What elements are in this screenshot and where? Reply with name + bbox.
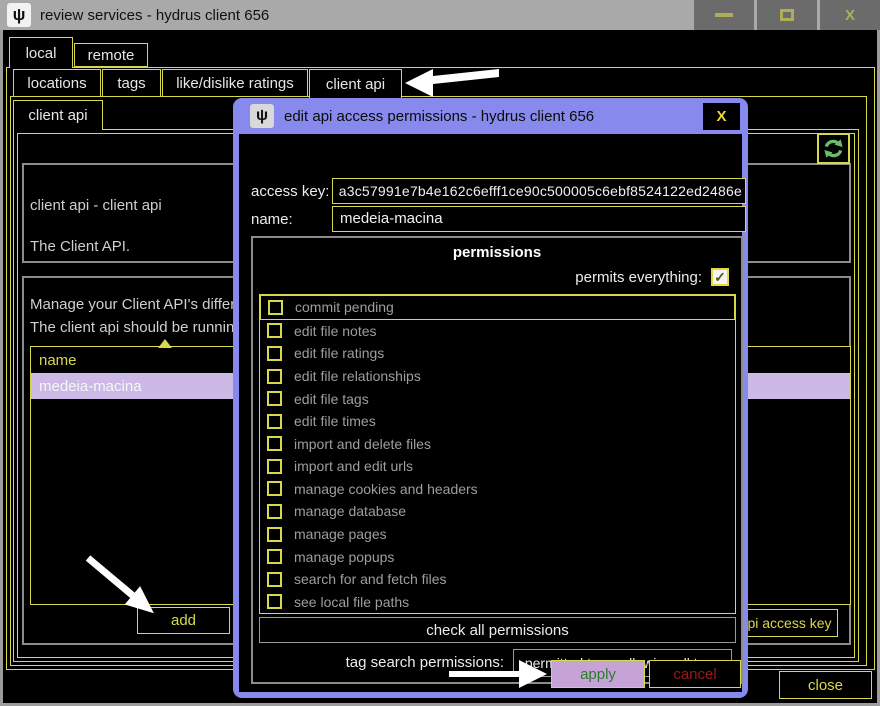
maximize-button[interactable] <box>757 0 817 30</box>
permissions-list: commit pending edit file notes edit file r… <box>259 294 736 614</box>
permissions-panel: permissions permits everything: ✓ commit… <box>251 236 743 684</box>
refresh-button[interactable] <box>817 133 850 164</box>
name-label: name: <box>251 211 293 228</box>
minimize-icon <box>715 13 733 17</box>
permission-item[interactable]: edit file ratings <box>260 342 735 365</box>
permission-checkbox[interactable] <box>268 300 283 315</box>
permission-label: edit file ratings <box>294 345 384 361</box>
permission-checkbox[interactable] <box>267 346 282 361</box>
permission-item[interactable]: search for and fetch files <box>260 568 735 591</box>
permission-checkbox[interactable] <box>267 481 282 496</box>
dialog-close-button[interactable]: X <box>703 103 740 130</box>
dialog-body: access key: a3c57991e7b4e162c6efff1ce90c… <box>239 134 742 692</box>
permission-item[interactable]: edit file tags <box>260 387 735 410</box>
permission-item[interactable]: edit file times <box>260 410 735 433</box>
refresh-icon <box>822 137 845 160</box>
cancel-button[interactable]: cancel <box>649 660 741 688</box>
permission-checkbox[interactable] <box>267 323 282 338</box>
permission-checkbox[interactable] <box>267 414 282 429</box>
permission-checkbox[interactable] <box>267 549 282 564</box>
permission-checkbox[interactable] <box>267 391 282 406</box>
name-field[interactable]: medeia-macina <box>332 206 746 232</box>
dialog-titlebar[interactable]: ψ edit api access permissions - hydrus c… <box>233 98 748 134</box>
permission-label: manage cookies and headers <box>294 481 478 497</box>
close-button[interactable]: X <box>820 0 880 30</box>
tab-client-api-service[interactable]: client api <box>13 100 103 130</box>
permission-item[interactable]: import and delete files <box>260 432 735 455</box>
permission-label: search for and fetch files <box>294 571 447 587</box>
tab-client-api[interactable]: client api <box>309 69 402 98</box>
permission-label: commit pending <box>295 299 394 315</box>
permission-label: import and edit urls <box>294 458 413 474</box>
permits-everything-row: permits everything: ✓ <box>575 268 729 286</box>
permission-item[interactable]: see local file paths <box>260 591 735 614</box>
permission-item[interactable]: manage popups <box>260 545 735 568</box>
apply-button[interactable]: apply <box>551 660 645 688</box>
minimize-button[interactable] <box>694 0 754 30</box>
window-titlebar[interactable]: ψ review services - hydrus client 656 X <box>0 0 880 30</box>
permission-checkbox[interactable] <box>267 594 282 609</box>
permission-label: edit file relationships <box>294 368 421 384</box>
maximize-icon <box>780 9 794 21</box>
permission-item[interactable]: manage database <box>260 500 735 523</box>
window-border-left <box>0 30 3 703</box>
hydrus-logo-icon: ψ <box>250 104 274 128</box>
permission-item[interactable]: manage pages <box>260 523 735 546</box>
annotation-arrow-add-button <box>84 544 166 624</box>
permission-checkbox[interactable] <box>267 504 282 519</box>
permission-label: manage database <box>294 503 406 519</box>
permission-item[interactable]: import and edit urls <box>260 455 735 478</box>
tab-local[interactable]: local <box>9 37 73 68</box>
permission-label: manage pages <box>294 526 387 542</box>
permission-checkbox[interactable] <box>267 369 282 384</box>
permission-checkbox[interactable] <box>267 572 282 587</box>
manage-keys-text-2: The client api should be runnin <box>30 319 234 336</box>
window-title: review services - hydrus client 656 <box>40 7 269 24</box>
service-info-description: The Client API. <box>30 238 130 255</box>
permits-everything-label: permits everything: <box>575 269 702 286</box>
service-info-title: client api - client api <box>30 197 162 214</box>
permission-label: import and delete files <box>294 436 431 452</box>
edit-api-permissions-dialog: ψ edit api access permissions - hydrus c… <box>233 98 748 698</box>
permission-item[interactable]: edit file notes <box>260 320 735 343</box>
dialog-title: edit api access permissions - hydrus cli… <box>284 108 594 125</box>
annotation-arrow-apply-button <box>449 659 549 689</box>
permission-checkbox[interactable] <box>267 436 282 451</box>
hydrus-logo-icon: ψ <box>7 3 31 27</box>
access-key-label: access key: <box>251 183 329 200</box>
close-dialog-button[interactable]: close <box>779 671 872 699</box>
permission-item[interactable]: manage cookies and headers <box>260 478 735 501</box>
permission-label: edit file notes <box>294 323 377 339</box>
permission-label: edit file times <box>294 413 376 429</box>
annotation-arrow-client-api-tab <box>404 66 500 100</box>
manage-keys-text-1: Manage your Client API's differ <box>30 296 235 313</box>
access-key-field[interactable]: a3c57991e7b4e162c6efff1ce90c500005c6ebf8… <box>332 178 746 204</box>
copy-api-access-key-button[interactable]: pi access key <box>741 609 838 637</box>
tab-remote[interactable]: remote <box>74 43 148 67</box>
sort-ascending-icon <box>158 339 172 348</box>
permission-item[interactable]: edit file relationships <box>260 365 735 388</box>
close-icon: X <box>845 7 855 24</box>
permission-item[interactable]: commit pending <box>260 295 735 320</box>
tab-like-dislike-ratings[interactable]: like/dislike ratings <box>162 69 308 97</box>
permission-checkbox[interactable] <box>267 459 282 474</box>
permission-label: edit file tags <box>294 391 369 407</box>
permission-label: see local file paths <box>294 594 409 610</box>
permits-everything-checkbox[interactable]: ✓ <box>711 268 729 286</box>
tab-tags[interactable]: tags <box>102 69 161 97</box>
window-controls: X <box>691 0 880 30</box>
permissions-title: permissions <box>253 244 741 261</box>
review-services-window: ψ review services - hydrus client 656 X … <box>0 0 880 706</box>
permission-label: manage popups <box>294 549 394 565</box>
permission-checkbox[interactable] <box>267 527 282 542</box>
check-all-permissions-button[interactable]: check all permissions <box>259 617 736 643</box>
tab-locations[interactable]: locations <box>13 69 101 97</box>
